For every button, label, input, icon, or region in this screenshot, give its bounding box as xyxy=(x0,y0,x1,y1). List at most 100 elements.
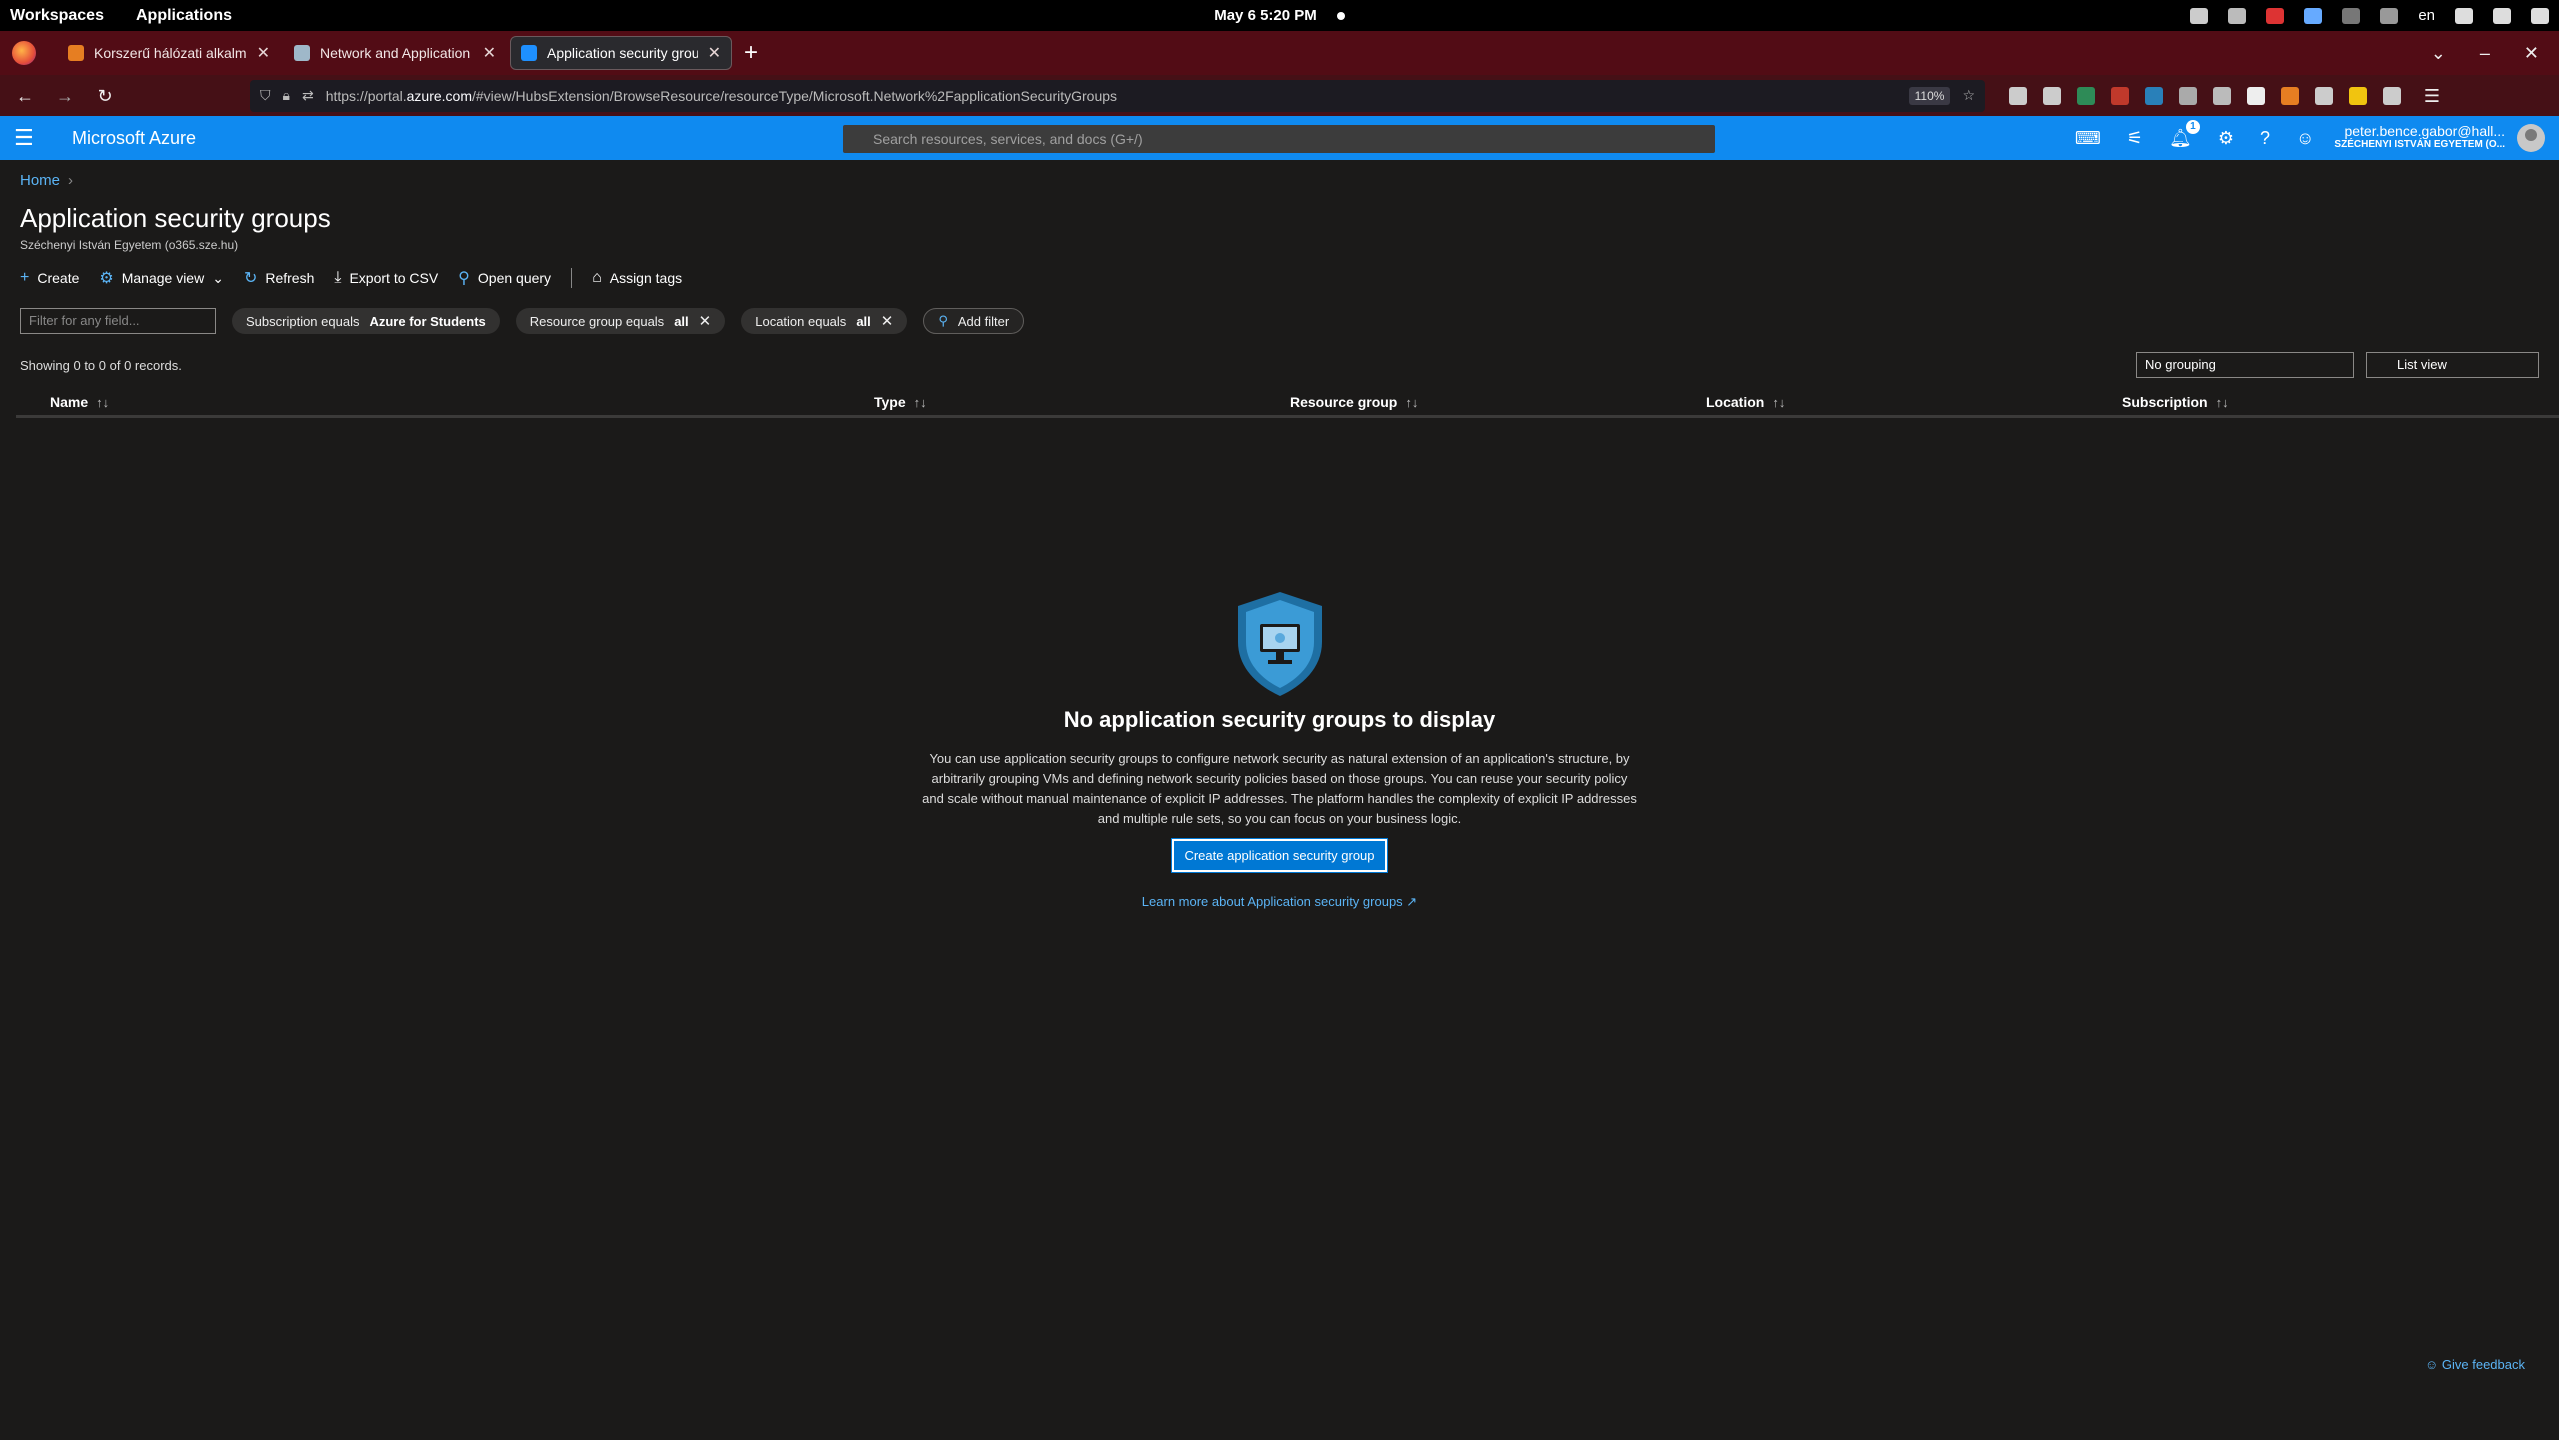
extension-icon[interactable] xyxy=(2213,86,2231,105)
close-tab-icon[interactable]: ✕ xyxy=(257,43,270,63)
input-language[interactable]: en xyxy=(2418,7,2435,24)
browser-tab-strip: Korszerű hálózati alkalmazás ✕ Network a… xyxy=(0,31,2559,75)
portal-menu-icon[interactable]: ☰ xyxy=(14,125,44,151)
add-filter-icon: ⚲ xyxy=(938,313,948,328)
column-header-subscription[interactable]: Subscription ↑↓ xyxy=(2122,394,2229,410)
tag-icon: ⌂ xyxy=(592,269,602,286)
browser-tab-active[interactable]: Application security groups ✕ xyxy=(510,36,732,70)
remove-filter-icon[interactable]: ✕ xyxy=(699,312,712,330)
app-menu-icon[interactable]: ☰ xyxy=(2417,81,2447,111)
feedback-icon: ☺ xyxy=(2425,1357,2442,1372)
tab-favicon-icon xyxy=(294,45,310,61)
create-button[interactable]: + Create xyxy=(20,269,79,287)
discord-icon[interactable] xyxy=(2228,7,2247,24)
tab-list-chevron-icon[interactable]: ⌄ xyxy=(2431,43,2446,64)
reload-icon[interactable]: ↻ xyxy=(90,81,120,111)
extension-icon[interactable] xyxy=(2179,86,2197,105)
view-dropdown[interactable]: List view xyxy=(2366,352,2539,378)
create-asg-button[interactable]: Create application security group xyxy=(1171,838,1388,873)
tray-red-icon[interactable] xyxy=(2266,7,2285,24)
export-csv-button[interactable]: ⤓ Export to CSV xyxy=(334,269,438,287)
minimize-icon[interactable]: – xyxy=(2480,43,2490,64)
account-tenant: SZÉCHENYI ISTVÁN EGYETEM (O... xyxy=(2334,139,2505,150)
column-header-location[interactable]: Location ↑↓ xyxy=(1706,394,1785,410)
workspaces-button[interactable]: Workspaces xyxy=(10,7,104,25)
help-icon[interactable]: ? xyxy=(2260,128,2270,149)
downloads-icon[interactable] xyxy=(2043,86,2061,105)
tray-tool-icon[interactable] xyxy=(2380,7,2399,24)
resource-group-filter-pill[interactable]: Resource group equals all ✕ xyxy=(515,308,726,334)
avatar[interactable] xyxy=(2517,124,2545,152)
browser-tab[interactable]: Network and Application Se ✕ xyxy=(284,36,506,70)
page-subtitle: Széchenyi István Egyetem (o365.sze.hu) xyxy=(20,238,239,252)
tracking-shield-icon[interactable]: ⛉ xyxy=(260,87,271,104)
azure-brand[interactable]: Microsoft Azure xyxy=(72,128,196,149)
forward-icon[interactable]: → xyxy=(50,81,80,111)
breadcrumb-home[interactable]: Home xyxy=(20,172,60,189)
power-icon[interactable] xyxy=(2531,7,2549,24)
breadcrumb-separator-icon: › xyxy=(68,172,74,189)
toolbar-divider xyxy=(571,268,573,288)
zoom-level[interactable]: 110% xyxy=(1908,86,1951,105)
volume-icon[interactable] xyxy=(2493,7,2511,24)
firefox-icon[interactable] xyxy=(12,41,36,65)
applications-menu[interactable]: Applications xyxy=(136,7,232,25)
column-header-resource-group[interactable]: Resource group ↑↓ xyxy=(1290,394,1418,410)
records-count: Showing 0 to 0 of 0 records. xyxy=(20,357,182,373)
bookmark-star-icon[interactable]: ☆ xyxy=(1962,87,1975,104)
lock-icon[interactable]: 🔒︎ xyxy=(283,87,290,104)
extension-icon[interactable] xyxy=(2349,86,2367,105)
ublock-icon[interactable] xyxy=(2111,86,2129,105)
browser-tab[interactable]: Korszerű hálózati alkalmazás ✕ xyxy=(58,36,280,70)
grouping-dropdown[interactable]: No grouping xyxy=(2136,352,2354,378)
download-icon: ⤓ xyxy=(334,269,342,286)
new-tab-icon[interactable]: + xyxy=(736,38,766,68)
url-text[interactable]: https://portal.azure.com/#view/HubsExten… xyxy=(326,88,1897,104)
back-icon[interactable]: ← xyxy=(10,81,40,111)
location-filter-pill[interactable]: Location equals all ✕ xyxy=(741,308,908,334)
query-icon: ⚲ xyxy=(458,270,470,287)
url-bar[interactable]: ⛉ 🔒︎ ⇄ https://portal.azure.com/#view/Hu… xyxy=(250,79,1985,112)
tray-vs-icon[interactable] xyxy=(2304,7,2323,24)
extension-icon[interactable] xyxy=(2145,86,2163,105)
tray-steam-icon[interactable] xyxy=(2342,7,2361,24)
refresh-button[interactable]: ↻ Refresh xyxy=(244,268,314,288)
give-feedback-link[interactable]: ☺ Give feedback xyxy=(2425,1357,2525,1372)
shield-icon xyxy=(1237,592,1322,696)
settings-gear-icon[interactable]: ⚙ xyxy=(2218,128,2234,149)
add-filter-button[interactable]: ⚲ Add filter xyxy=(923,308,1025,334)
empty-state-title: No application security groups to displa… xyxy=(1063,707,1496,732)
manage-view-button[interactable]: ⚙ Manage view ⌄ xyxy=(99,268,224,288)
subscription-filter-pill[interactable]: Subscription equals Azure for Students xyxy=(232,308,500,334)
close-window-icon[interactable]: ✕ xyxy=(2524,43,2539,64)
global-search-input[interactable]: Search resources, services, and docs (G+… xyxy=(843,125,1715,153)
metamask-icon[interactable] xyxy=(2281,86,2299,105)
chevron-down-icon: ⌄ xyxy=(212,269,224,286)
assign-tags-button[interactable]: ⌂ Assign tags xyxy=(592,269,682,287)
permissions-icon[interactable]: ⇄ xyxy=(302,87,314,104)
extensions-puzzle-icon[interactable] xyxy=(2383,86,2401,105)
extension-icon[interactable] xyxy=(2077,86,2095,105)
feedback-icon[interactable]: ☺ xyxy=(2296,128,2314,149)
notification-dot xyxy=(1336,12,1345,21)
column-header-name[interactable]: Name ↑↓ xyxy=(50,394,109,410)
learn-more-link[interactable]: Learn more about Application security gr… xyxy=(0,894,2559,910)
notifications-bell-icon[interactable]: 🔔︎ 1 xyxy=(2169,119,2200,149)
column-header-type[interactable]: Type ↑↓ xyxy=(874,394,927,410)
close-tab-icon[interactable]: ✕ xyxy=(483,43,496,63)
extension-icon[interactable] xyxy=(2315,86,2333,105)
directory-filter-icon[interactable]: ⚟ xyxy=(2127,128,2143,149)
remove-filter-icon[interactable]: ✕ xyxy=(881,312,894,330)
display-icon[interactable] xyxy=(2455,7,2473,24)
refresh-icon: ↻ xyxy=(243,270,258,287)
close-tab-icon[interactable]: ✕ xyxy=(708,43,721,63)
sort-icon: ↑↓ xyxy=(96,394,110,410)
extension-icon[interactable] xyxy=(2247,86,2265,105)
open-query-button[interactable]: ⚲ Open query xyxy=(458,268,551,288)
account-menu[interactable]: peter.bence.gabor@hall... SZÉCHENYI ISTV… xyxy=(2334,124,2505,152)
tray-app-icon[interactable] xyxy=(2190,7,2209,24)
filter-input[interactable]: Filter for any field... xyxy=(20,308,216,334)
cloud-shell-icon[interactable]: ⌨ xyxy=(2075,128,2101,149)
pocket-icon[interactable] xyxy=(2009,86,2027,105)
clock[interactable]: May 6 5:20 PM xyxy=(0,7,2559,24)
